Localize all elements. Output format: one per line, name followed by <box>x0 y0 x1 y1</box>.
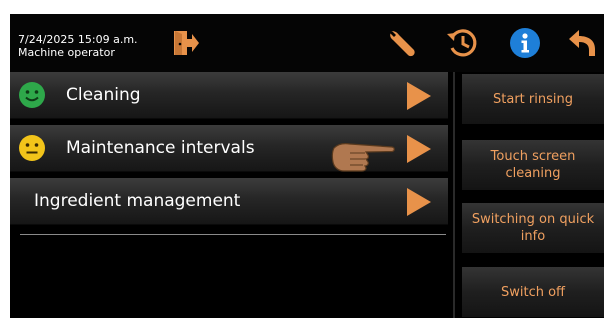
vertical-divider <box>453 72 455 318</box>
menu-item-label: Cleaning <box>66 85 141 105</box>
arrow-right-icon <box>407 82 431 110</box>
menu-item-ingredient-management[interactable]: Ingredient management <box>10 178 448 225</box>
back-icon[interactable] <box>563 14 601 72</box>
touch-screen-cleaning-button[interactable]: Touch screen cleaning <box>462 140 604 190</box>
info-icon[interactable] <box>505 14 545 72</box>
pointing-hand-icon <box>331 143 395 172</box>
machine-screen: 7/24/2025 15:09 a.m. Machine operator Cl… <box>10 14 604 318</box>
start-rinsing-button[interactable]: Start rinsing <box>462 74 604 124</box>
user-role-text: Machine operator <box>18 46 115 59</box>
divider <box>20 234 446 235</box>
switch-off-button[interactable]: Switch off <box>462 267 604 317</box>
datetime-text: 7/24/2025 15:09 a.m. <box>18 33 138 46</box>
menu-item-cleaning[interactable]: Cleaning <box>10 72 448 119</box>
arrow-right-icon <box>407 188 431 216</box>
history-icon[interactable] <box>442 14 482 72</box>
menu-item-label: Ingredient management <box>34 191 241 211</box>
quick-info-button[interactable]: Switching on quick info <box>462 203 604 253</box>
yellow-smiley-icon <box>19 135 45 161</box>
menu-item-label: Maintenance intervals <box>66 138 255 158</box>
status-info: 7/24/2025 15:09 a.m. Machine operator <box>18 33 138 59</box>
wrench-icon[interactable] <box>382 14 422 72</box>
logout-icon[interactable] <box>168 14 204 72</box>
header-bar: 7/24/2025 15:09 a.m. Machine operator <box>10 14 604 72</box>
green-smiley-icon <box>19 82 45 108</box>
arrow-right-icon <box>407 135 431 163</box>
